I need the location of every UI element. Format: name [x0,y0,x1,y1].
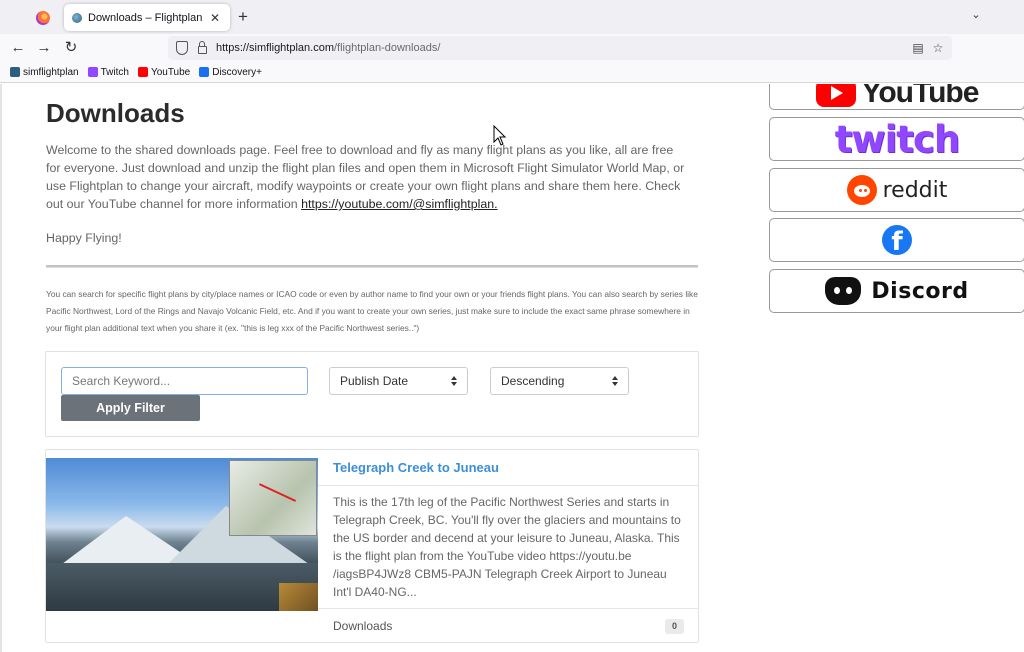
reddit-wordmark: reddit [882,177,948,203]
browser-tab-downloads[interactable]: Downloads – Flightplan ✕ [64,4,230,31]
bookmark-star-icon[interactable]: ☆ [930,40,946,56]
new-tab-button[interactable]: + [233,7,253,27]
ground-shape [46,563,318,611]
address-bar[interactable]: https://simflightplan.com/flightplan-dow… [168,36,952,60]
select-arrows-icon [451,376,458,387]
section-divider [46,265,698,268]
bookmark-label: Twitch [100,66,129,78]
sort-order-value: Descending [501,374,565,388]
url-text[interactable]: https://simflightplan.com/flightplan-dow… [216,42,440,54]
sort-by-value: Publish Date [340,374,409,388]
close-tab-icon[interactable]: ✕ [208,11,222,25]
back-button[interactable]: ← [8,38,28,58]
firefox-icon [36,11,50,25]
browser-tab-bar: Downloads – Flightplan ✕ + ⌄ [0,0,1024,34]
flightplan-card: Telegraph Creek to Juneau This is the 17… [45,449,699,643]
discovery-icon [199,67,210,77]
discord-icon [825,277,862,305]
tracking-protection-shield-icon[interactable] [176,41,188,55]
lock-icon[interactable] [198,41,207,54]
bookmark-simflightplan[interactable]: simflightplan [10,67,79,78]
firefox-view-tab[interactable] [30,7,56,29]
bookmark-youtube[interactable]: YouTube [137,66,191,78]
twitch-button[interactable]: twitch [769,117,1024,161]
apply-filter-button[interactable]: Apply Filter [61,395,200,421]
downloads-count-badge: 0 [665,619,684,634]
flightplan-description: This is the 17th leg of the Pacific Nort… [333,495,681,599]
sort-order-select[interactable]: Descending [490,367,629,395]
sort-by-select[interactable]: Publish Date [329,367,468,395]
bookmark-discovery-[interactable]: Discovery+ [199,67,262,78]
bookmarks-toolbar: simflightplan Twitch YouTube Discovery+ [0,62,1024,83]
twitch-wordmark: twitch [834,117,961,161]
reddit-icon [846,175,877,205]
page-edge [0,84,2,652]
filter-panel: Apply Filter Publish Date Descending [45,351,699,437]
reload-button[interactable]: ↻ [61,38,81,58]
happy-flying-text: Happy Flying! [46,231,122,245]
select-arrows-icon [612,376,619,387]
card-divider [318,608,699,609]
reddit-button[interactable]: reddit [769,168,1024,212]
browser-nav-bar: ← → ↻ https://simflightplan.com/flightpl… [0,34,1024,62]
flightplan-title-link[interactable]: Telegraph Creek to Juneau [333,460,499,475]
forward-button[interactable]: → [34,38,54,58]
flightplan-thumbnail[interactable] [46,458,318,611]
search-help-text: You can search for specific flight plans… [46,289,698,333]
facebook-icon: f [882,225,912,255]
youtube-icon [137,67,148,77]
map-overlay [229,460,317,536]
youtube-button[interactable]: YouTube [769,84,1024,110]
site-favicon-icon [72,12,82,23]
facebook-button[interactable]: f [769,218,1024,262]
bookmark-label: YouTube [150,66,191,78]
twitch-icon [87,67,98,77]
globe-icon [10,67,20,77]
downloads-label: Downloads [333,619,393,633]
bookmark-label: simflightplan [23,66,79,78]
page-content: Downloads Welcome to the shared download… [0,84,1024,652]
card-divider [318,485,699,486]
bookmark-twitch[interactable]: Twitch [87,66,129,78]
cockpit-dash-shape [279,583,318,611]
list-all-tabs-icon[interactable]: ⌄ [966,8,986,26]
discord-wordmark: Discord [871,278,969,304]
map-route [253,483,297,513]
youtube-channel-link[interactable]: https://youtube.com/@simflightplan. [301,197,497,211]
tab-title: Downloads – Flightplan [88,11,203,24]
search-keyword-input[interactable] [61,367,308,395]
page-title: Downloads [46,98,185,128]
youtube-play-icon [815,84,856,107]
discord-button[interactable]: Discord [769,269,1024,313]
intro-paragraph: Welcome to the shared downloads page. Fe… [46,143,685,211]
reader-view-icon[interactable]: ▤ [910,40,926,56]
youtube-wordmark: YouTube [861,84,980,109]
bookmark-label: Discovery+ [212,66,262,78]
